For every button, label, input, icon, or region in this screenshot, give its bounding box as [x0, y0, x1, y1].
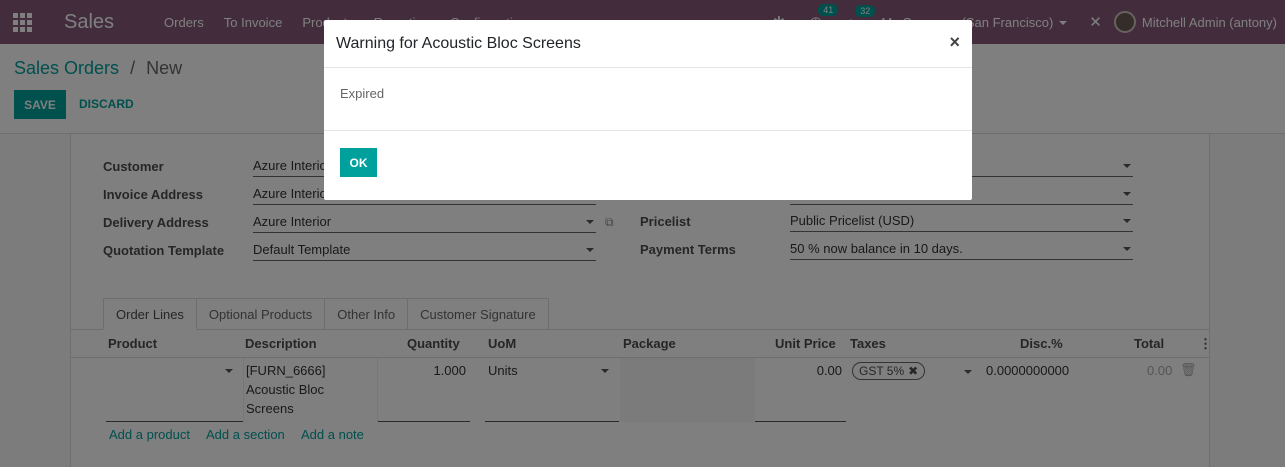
- dialog-footer: OK: [324, 131, 972, 194]
- dialog-header: Warning for Acoustic Bloc Screens ×: [324, 20, 972, 68]
- dialog-body: Expired: [324, 68, 972, 131]
- dialog-title: Warning for Acoustic Bloc Screens: [336, 34, 581, 52]
- ok-button[interactable]: OK: [340, 148, 377, 177]
- warning-dialog: Warning for Acoustic Bloc Screens × Expi…: [324, 20, 972, 200]
- close-icon[interactable]: ×: [949, 32, 960, 53]
